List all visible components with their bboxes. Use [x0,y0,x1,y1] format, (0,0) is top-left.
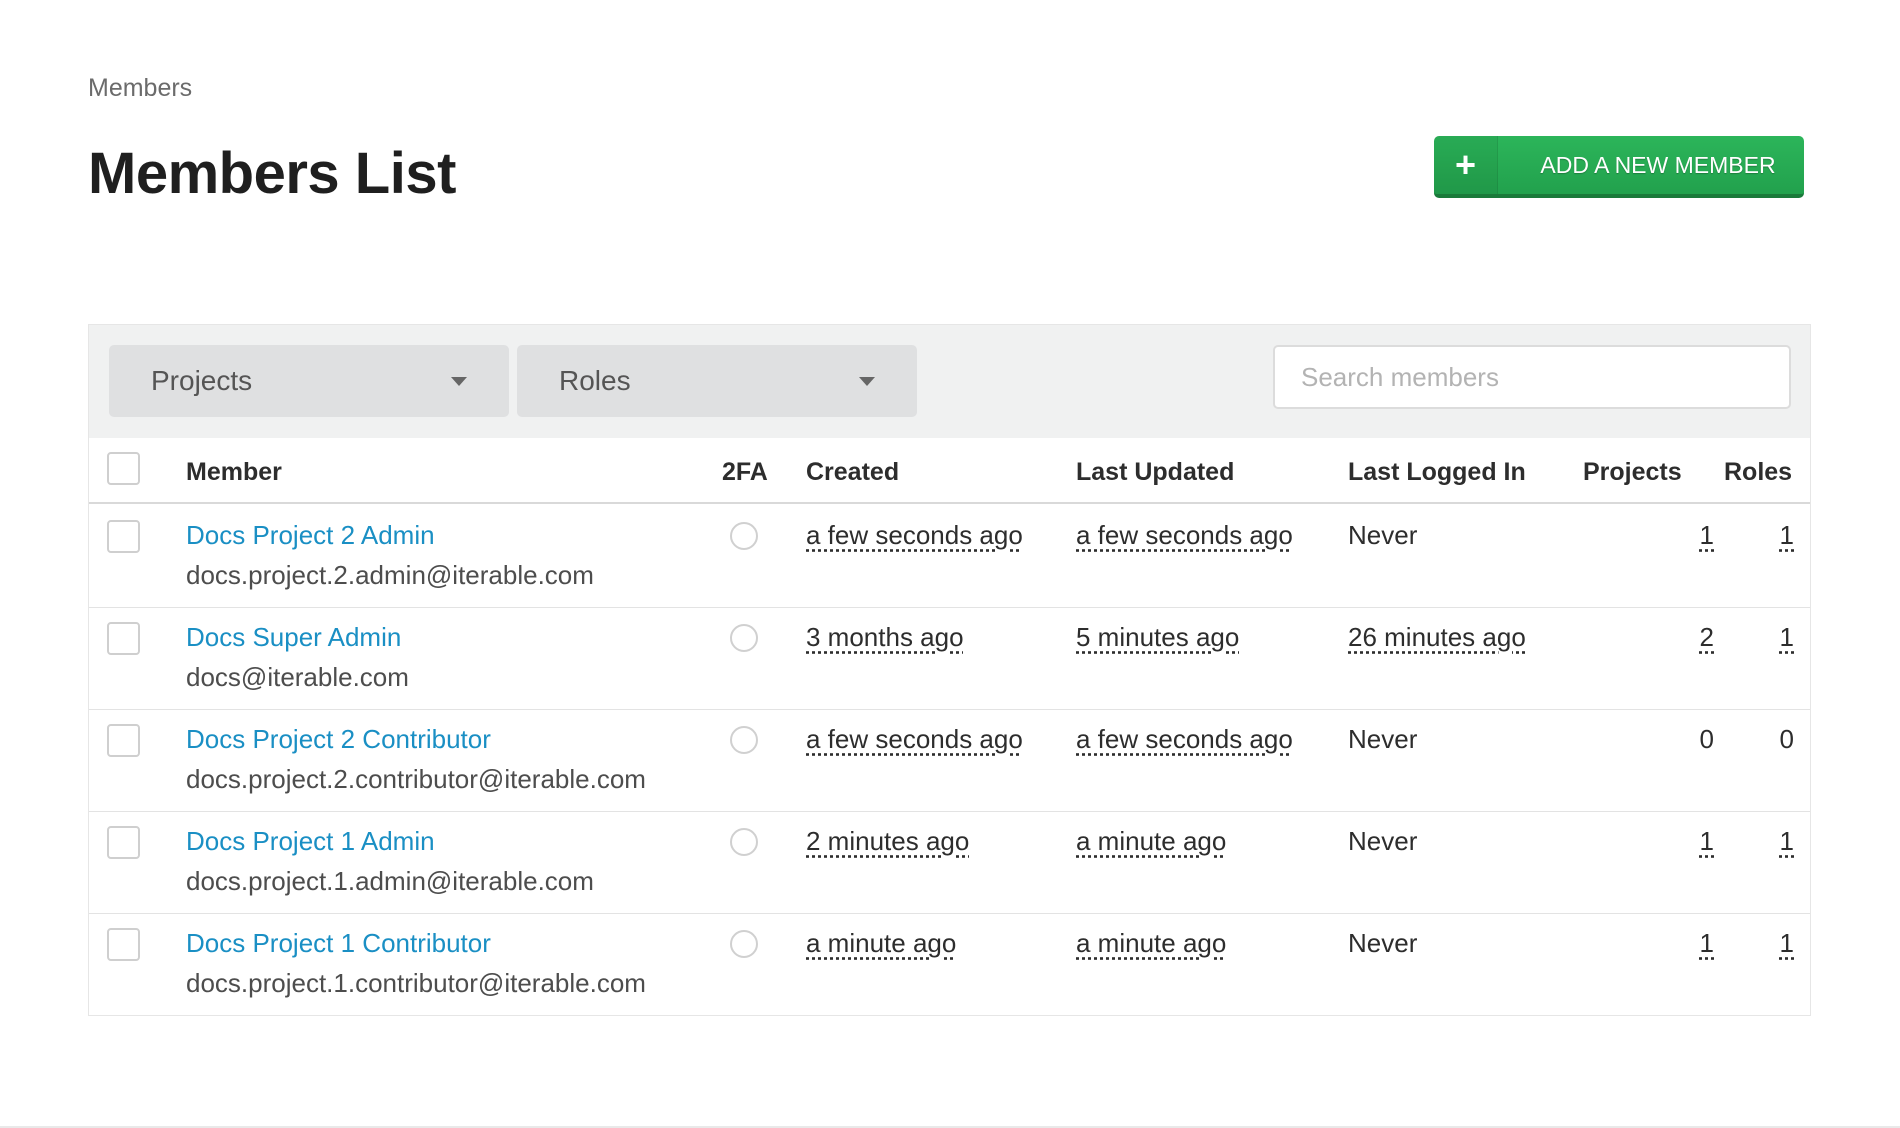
member-name-link[interactable]: Docs Project 1 Admin [186,826,435,857]
column-header-member[interactable]: Member [186,458,282,487]
last-logged-in-time: Never [1348,826,1418,856]
chevron-down-icon [859,376,875,386]
page-title: Members List [88,141,456,206]
member-email: docs@iterable.com [186,662,409,692]
row-checkbox[interactable] [107,826,140,859]
2fa-status-radio[interactable] [730,930,758,958]
filter-toolbar: Projects Roles [89,325,1810,438]
roles-filter-label: Roles [559,365,631,396]
created-time[interactable]: 3 months ago [806,622,964,653]
select-all-checkbox[interactable] [107,452,140,485]
projects-filter-dropdown[interactable]: Projects [109,345,509,417]
row-checkbox[interactable] [107,622,140,655]
created-time[interactable]: a few seconds ago [806,520,1023,551]
roles-filter-dropdown[interactable]: Roles [517,345,917,417]
member-email: docs.project.1.contributor@iterable.com [186,968,646,998]
table-row: Docs Project 2 Contributor docs.project.… [89,710,1810,812]
column-header-last-updated[interactable]: Last Updated [1076,458,1234,487]
last-updated-time[interactable]: a few seconds ago [1076,520,1293,551]
column-header-2fa[interactable]: 2FA [722,458,768,487]
member-name-link[interactable]: Docs Project 1 Contributor [186,928,491,959]
add-new-member-label: ADD A NEW MEMBER [1540,151,1776,178]
created-time[interactable]: a minute ago [806,928,956,959]
2fa-status-radio[interactable] [730,522,758,550]
row-checkbox[interactable] [107,928,140,961]
projects-filter-label: Projects [151,365,253,396]
chevron-down-icon [451,376,467,386]
2fa-status-radio[interactable] [730,828,758,856]
add-new-member-button[interactable]: + ADD A NEW MEMBER [1434,136,1804,198]
plus-icon: + [1434,136,1498,194]
member-name-link[interactable]: Docs Super Admin [186,622,401,653]
member-name-link[interactable]: Docs Project 2 Admin [186,520,435,551]
table-row: Docs Project 1 Admin docs.project.1.admi… [89,812,1810,914]
last-updated-time[interactable]: a minute ago [1076,928,1226,959]
column-header-created[interactable]: Created [806,458,899,487]
2fa-status-radio[interactable] [730,726,758,754]
member-email: docs.project.1.admin@iterable.com [186,866,594,896]
last-logged-in-time: Never [1348,724,1418,754]
last-updated-time[interactable]: 5 minutes ago [1076,622,1239,653]
row-checkbox[interactable] [107,520,140,553]
column-header-last-logged-in[interactable]: Last Logged In [1348,458,1526,487]
row-checkbox[interactable] [107,724,140,757]
members-panel: Projects Roles Member 2FA Created Last U… [88,324,1811,1016]
member-email: docs.project.2.admin@iterable.com [186,560,594,590]
table-header: Member 2FA Created Last Updated Last Log… [89,438,1810,504]
column-header-projects[interactable]: Projects [1583,458,1682,487]
created-time[interactable]: a few seconds ago [806,724,1023,755]
table-row: Docs Project 2 Admin docs.project.2.admi… [89,506,1810,608]
member-name-link[interactable]: Docs Project 2 Contributor [186,724,491,755]
2fa-status-radio[interactable] [730,624,758,652]
member-email: docs.project.2.contributor@iterable.com [186,764,646,794]
column-header-roles[interactable]: Roles [1724,458,1792,487]
last-logged-in-time: Never [1348,520,1418,550]
breadcrumb[interactable]: Members [88,74,192,103]
last-updated-time[interactable]: a few seconds ago [1076,724,1293,755]
last-logged-in-time[interactable]: 26 minutes ago [1348,622,1526,653]
table-row: Docs Project 1 Contributor docs.project.… [89,914,1810,1016]
created-time[interactable]: 2 minutes ago [806,826,969,857]
table-row: Docs Super Admin docs@iterable.com 3 mon… [89,608,1810,710]
last-updated-time[interactable]: a minute ago [1076,826,1226,857]
search-members-input[interactable] [1273,345,1791,409]
last-logged-in-time: Never [1348,928,1418,958]
